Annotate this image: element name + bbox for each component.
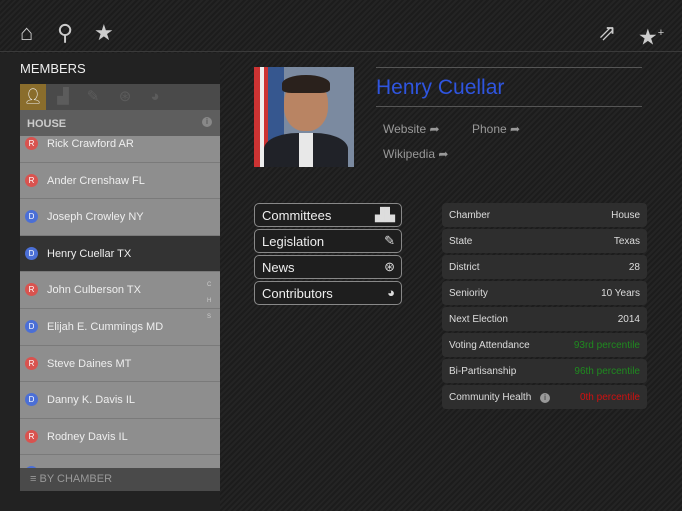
member-name: Henry Cuellar [376,76,505,99]
legislation-icon[interactable]: ✎ [80,84,106,110]
party-badge: R [25,173,38,187]
info-icon[interactable]: i [540,393,551,403]
party-badge: R [25,356,38,370]
member-name: Danny K. Davis IL [47,394,136,407]
detail-value: 0th percentile [579,392,640,403]
member-row[interactable]: D Joseph Crowley NY [20,199,220,236]
detail-label: Seniority [449,288,488,299]
detail-row: Seniority 10 Years [442,281,647,305]
section-header: HOUSE i [20,110,220,136]
legislation-icon: ✎ [384,233,395,248]
detail-label: Community Health [449,392,532,403]
detail-label: Next Election [449,314,508,325]
pie-icon: ◕ [387,285,395,300]
party-badge: D [25,393,38,407]
party-badge: D [25,210,38,224]
member-row[interactable]: D Henry Cuellar TX [20,235,220,273]
committees-button[interactable]: Committees ▟▙ [254,203,402,227]
detail-value: Texas [613,236,640,247]
member-row[interactable]: R Ander Crenshaw FL [20,163,220,200]
detail-value: 93rd percentile [573,340,640,351]
footer-label: BY CHAMBER [39,473,113,485]
member-name: Steve Daines MT [47,357,132,370]
member-name: Elijah E. Cummings MD [47,321,164,333]
member-name: John Culberson TX [47,284,141,297]
detail-row: Community Health i 0th percentile [442,385,647,409]
search-icon[interactable]: ⚲ [57,20,73,46]
member-row[interactable]: D [20,455,220,468]
index-c[interactable]: C [207,282,211,288]
detail-row: Next Election 2014 [442,307,647,331]
phone-link[interactable]: Phone ➦ [472,122,520,136]
detail-label: State [449,236,473,247]
detail-label: Voting Attendance [449,340,530,351]
member-row[interactable]: R John Culberson TX [20,272,220,309]
wikipedia-link[interactable]: Wikipedia ➦ [383,147,448,161]
detail-row: District 28 [442,255,647,279]
committees-icon[interactable]: ▟ [50,84,76,110]
committees-icon: ▟▙ [375,207,395,222]
detail-label: Bi-Partisanship [449,366,517,377]
star-icon[interactable]: ★ [94,20,114,46]
news-icon: ⊛ [384,259,395,274]
index-s[interactable]: S [207,314,211,320]
member-row[interactable]: D Danny K. Davis IL [20,382,220,419]
party-badge: R [25,283,38,297]
home-icon[interactable]: ⌂ [20,20,33,46]
detail-label: Chamber [449,210,491,221]
detail-row: Chamber House [442,203,647,227]
website-link[interactable]: Website ➦ [383,122,440,136]
filter-tabs: 👤︎ ▟ ✎ ⊛ ◕ [20,84,220,110]
member-photo [254,67,354,167]
party-badge: R [25,429,38,443]
news-button[interactable]: News ⊛ [254,255,402,279]
member-row[interactable]: R Rick Crawford AR [20,136,220,163]
legislation-button[interactable]: Legislation ✎ [254,229,402,253]
party-badge: D [25,320,38,333]
member-name: Joseph Crowley NY [47,211,144,224]
contributors-button[interactable]: Contributors ◕ [254,281,402,305]
detail-row: Voting Attendance 93rd percentile [442,333,647,357]
member-row[interactable]: D Elijah E. Cummings MD [20,309,220,346]
contributors-icon[interactable]: ◕ [142,84,168,110]
divider [376,106,642,107]
member-name: Rick Crawford AR [47,138,134,150]
party-badge: R [25,137,38,150]
detail-row: Bi-Partisanship 96th percentile [442,359,647,383]
star-add-icon[interactable]: ★+ [638,20,664,50]
info-icon[interactable]: i [202,117,212,127]
news-icon[interactable]: ⊛ [112,84,138,110]
member-name: Ander Crenshaw FL [47,174,145,187]
detail-value: 2014 [617,314,640,325]
detail-label: District [449,262,480,273]
sort-by-chamber-button[interactable]: ≡ BY CHAMBER [20,468,220,491]
detail-row: State Texas [442,229,647,253]
member-name: Rodney Davis IL [47,430,128,443]
members-title: MEMBERS [20,61,86,76]
member-row[interactable]: R Rodney Davis IL [20,419,220,456]
member-list[interactable]: R Rick Crawford AR R Ander Crenshaw FL D Jose… [20,136,220,468]
detail-value: 28 [628,262,640,273]
person-icon[interactable]: 👤︎ [20,84,46,110]
share-icon[interactable]: ⇗ [598,20,616,46]
member-row[interactable]: R Steve Daines MT [20,346,220,383]
divider [376,67,642,68]
index-h[interactable]: H [207,298,211,304]
section-label: HOUSE [27,118,67,130]
member-name: Henry Cuellar TX [47,247,132,260]
detail-value: House [611,210,640,221]
detail-value: 96th percentile [574,366,640,377]
detail-value: 10 Years [601,288,640,299]
party-badge: D [25,246,38,260]
